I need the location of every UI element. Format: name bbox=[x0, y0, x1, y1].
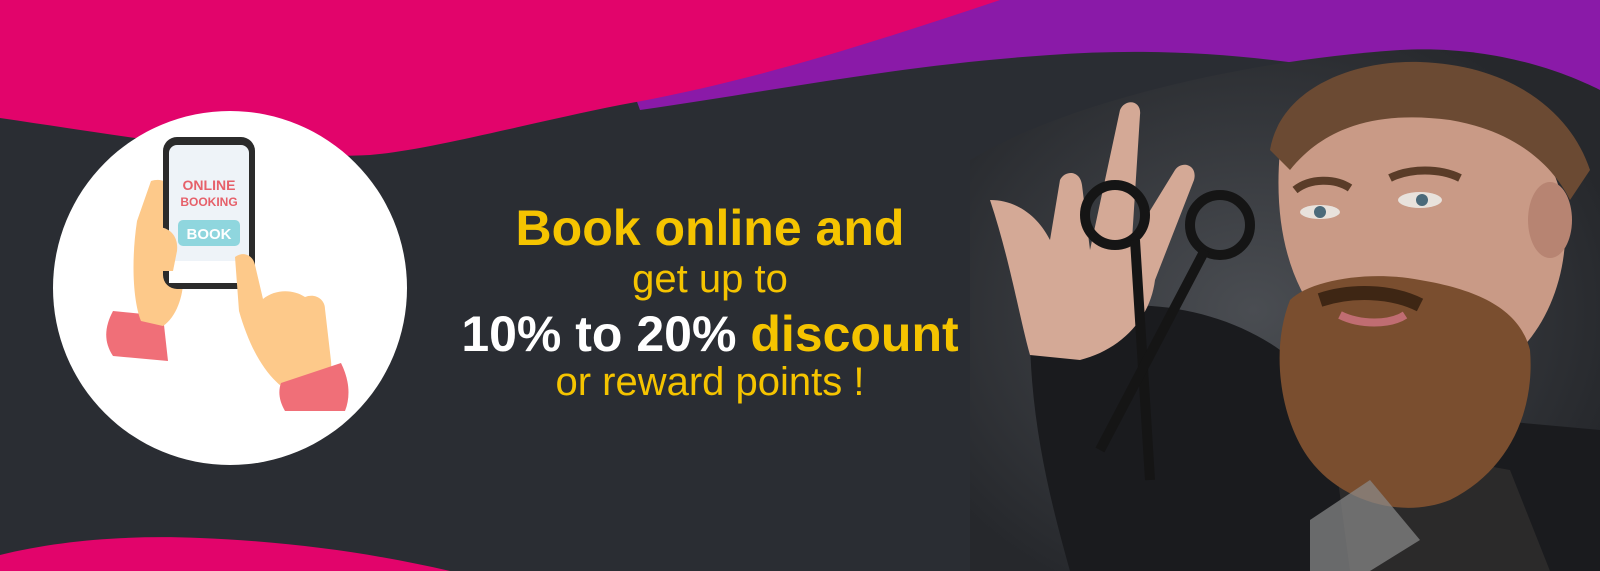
headline-line2: get up to bbox=[632, 257, 788, 301]
online-booking-illustration: ONLINE BOOKING BOOK bbox=[53, 111, 407, 465]
phone-booking-icon: ONLINE BOOKING BOOK bbox=[106, 137, 349, 411]
discount-word: discount bbox=[750, 306, 959, 362]
promo-banner: ONLINE BOOKING BOOK Book online and get … bbox=[0, 0, 1600, 571]
headline-line4: or reward points ! bbox=[555, 360, 865, 404]
bearded-barber-with-scissors-photo bbox=[970, 49, 1600, 571]
screen-title-line2: BOOKING bbox=[180, 195, 237, 209]
discount-range: 10% to 20% bbox=[461, 306, 737, 362]
headline-line1: Book online and bbox=[515, 200, 905, 256]
barber-photo bbox=[950, 0, 1600, 571]
screen-book-button-label: BOOK bbox=[187, 226, 232, 243]
pink-wave-bottom bbox=[0, 537, 450, 571]
promo-headline: Book online and get up to 10% to 20% dis… bbox=[430, 198, 990, 406]
headline-line3: 10% to 20% discount bbox=[430, 304, 990, 364]
screen-title-line1: ONLINE bbox=[183, 177, 236, 193]
